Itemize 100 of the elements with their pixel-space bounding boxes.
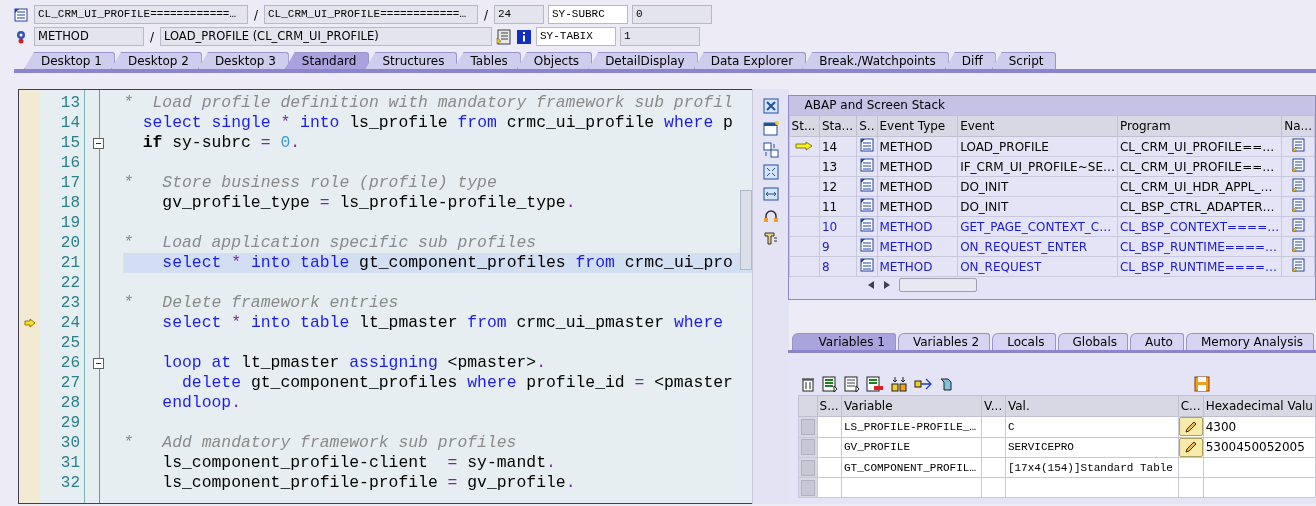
tab[interactable]: Desktop 3 <box>197 52 289 69</box>
event-field[interactable]: LOAD_PROFILE (CL_CRM_UI_PROFILE) <box>160 27 492 46</box>
trash-icon[interactable] <box>799 376 816 392</box>
navigate-icon[interactable] <box>1291 158 1306 172</box>
include-field[interactable]: CL_CRM_UI_PROFILE============… <box>264 5 478 24</box>
table-cell: METHOD <box>877 196 958 217</box>
source-code-icon <box>859 178 874 192</box>
system-field-name[interactable]: SY-SUBRC <box>548 5 628 24</box>
column-header[interactable]: Val. <box>1005 395 1179 417</box>
scrollbar-thumb[interactable] <box>898 278 977 292</box>
column-header[interactable]: Event Type <box>877 115 958 137</box>
column-header[interactable]: Na... <box>1281 115 1315 137</box>
code-text: ls_component_profile-profile = gv_profile. <box>161 473 577 493</box>
tab[interactable]: Variables 2 <box>897 333 991 350</box>
list-remove-icon[interactable] <box>865 376 884 392</box>
column-header[interactable]: St... <box>789 115 820 137</box>
line-number: 21 <box>59 254 81 272</box>
tools-icon[interactable] <box>763 230 779 246</box>
variable-row[interactable]: LS_PROFILE-PROFILE_… C 4300 <box>798 416 1316 437</box>
code-text: select * into table gt_component_profiles from crmc_ui_pro <box>123 253 752 273</box>
stack-row[interactable]: 9 METHOD ON_REQUEST_ENTER CL_BSP_RUNTIME====… <box>789 236 1315 257</box>
variable-row[interactable]: GT_COMPONENT_PROFIL… [17x4(154)]Standard Table <box>798 457 1316 478</box>
column-header[interactable]: C... <box>1178 395 1204 417</box>
column-header[interactable]: S.. <box>856 115 877 137</box>
tab[interactable]: Auto <box>1130 333 1184 350</box>
navigate-icon[interactable] <box>1291 198 1306 212</box>
column-header[interactable]: Variable <box>841 395 982 417</box>
tab[interactable]: Structures <box>365 52 458 69</box>
column-header[interactable]: S... <box>817 395 842 417</box>
line-number: 32 <box>59 474 81 492</box>
line-field[interactable]: 24 <box>494 5 544 24</box>
tab[interactable]: Globals <box>1057 333 1129 350</box>
tab[interactable]: Desktop 2 <box>110 52 202 69</box>
boxes-icon[interactable] <box>889 376 908 392</box>
list-icon[interactable] <box>843 376 860 392</box>
stack-row[interactable]: 11 METHOD DO_INIT CL_BSP_CTRL_ADAPTER… <box>789 196 1315 217</box>
tab[interactable]: Variables 1 <box>791 333 896 350</box>
code-text: loop at lt_pmaster assigning <pmaster>. <box>161 353 547 373</box>
column-header[interactable]: Hexadecimal Valu <box>1203 395 1316 417</box>
code-text: select * into table lt_pmaster from crmc_ui_pmaster where <box>161 313 725 333</box>
new-window-icon[interactable] <box>763 120 779 136</box>
headset-icon[interactable] <box>763 208 779 224</box>
navigate-icon[interactable] <box>1291 258 1306 272</box>
code-editor[interactable] <box>18 89 752 504</box>
line-number: 15 <box>59 134 81 152</box>
code-text: gv_profile_type = ls_profile-profile_type. <box>161 193 577 213</box>
tab[interactable]: Memory Analysis <box>1185 333 1314 350</box>
navigate-icon[interactable] <box>1291 178 1306 192</box>
close-icon[interactable] <box>763 98 779 114</box>
scrollbar[interactable] <box>740 190 752 270</box>
table-cell: CL_BSP_CONTEXT====… <box>1117 216 1282 237</box>
variable-row[interactable]: GV_PROFILE SERVICEPRO 5300450052005 <box>798 437 1316 458</box>
line-number: 29 <box>59 414 81 432</box>
column-header[interactable]: V... <box>981 395 1006 417</box>
tab[interactable]: Diff <box>944 52 996 69</box>
stack-row[interactable]: 10 METHOD GET_PAGE_CONTEXT_C… CL_BSP_CONTEXT====… <box>789 216 1315 237</box>
resize-width-icon[interactable] <box>763 186 779 202</box>
program-field[interactable]: CL_CRM_UI_PROFILE============… <box>34 5 248 24</box>
tab[interactable]: Standard <box>284 52 370 69</box>
column-header[interactable]: Event <box>957 115 1118 137</box>
save-icon[interactable] <box>1193 376 1210 392</box>
info-icon[interactable] <box>516 28 532 45</box>
stack-row[interactable]: 12 METHOD DO_INIT CL_CRM_UI_HDR_APPL_… <box>789 176 1315 197</box>
list-icon[interactable] <box>821 376 838 392</box>
collapse-icon[interactable] <box>93 137 104 149</box>
stack-row[interactable]: 14 METHOD LOAD_PROFILE CL_CRM_UI_PROFILE==… <box>789 136 1315 157</box>
line-number: 27 <box>59 374 81 392</box>
navigate-icon[interactable] <box>1291 238 1306 252</box>
tab[interactable]: Tables <box>453 52 521 69</box>
table-cell: CL_BSP_RUNTIME====… <box>1117 236 1282 257</box>
edit-button[interactable] <box>1178 417 1203 436</box>
tab[interactable]: Locals <box>992 333 1056 350</box>
tab[interactable]: Data Explorer <box>693 52 807 69</box>
source-code-icon <box>859 238 874 252</box>
line-number: 22 <box>59 274 81 292</box>
scroll-left-icon[interactable] <box>866 280 875 290</box>
system-field-name[interactable]: SY-TABIX <box>536 27 616 46</box>
column-header[interactable]: Sta... <box>819 115 857 137</box>
table-cell: DO_INIT <box>957 176 1118 197</box>
system-field-value[interactable]: 0 <box>632 5 712 24</box>
collapse-icon[interactable] <box>93 357 104 369</box>
stack-row[interactable]: 13 METHOD IF_CRM_UI_PROFILE~SE… CL_CRM_UI_PROFILE==… <box>789 156 1315 177</box>
navigate-icon[interactable] <box>1291 138 1306 152</box>
swap-windows-icon[interactable] <box>763 142 779 158</box>
maximize-icon[interactable] <box>763 164 779 180</box>
navigate-icon[interactable] <box>1291 218 1306 232</box>
code-text: if sy-subrc = 0. <box>141 133 302 153</box>
tab[interactable]: Break./Watchpoints <box>802 52 949 69</box>
branch-icon[interactable] <box>913 376 934 392</box>
table-cell: 8 <box>819 256 857 277</box>
system-field-value[interactable]: 1 <box>620 27 700 46</box>
column-header[interactable]: Program <box>1117 115 1282 137</box>
tab[interactable]: Desktop 1 <box>24 52 115 69</box>
tab[interactable]: DetailDisplay <box>588 52 698 69</box>
tab[interactable]: Script <box>991 52 1057 69</box>
stack-row[interactable]: 8 METHOD ON_REQUEST CL_BSP_RUNTIME====… <box>789 256 1315 277</box>
tab[interactable]: Objects <box>516 52 593 69</box>
event-type-field[interactable]: METHOD <box>34 27 144 46</box>
scroll-right-icon[interactable] <box>882 280 891 290</box>
code-text: select single * into ls_profile from crmc_ui_profile where p <box>141 113 734 133</box>
